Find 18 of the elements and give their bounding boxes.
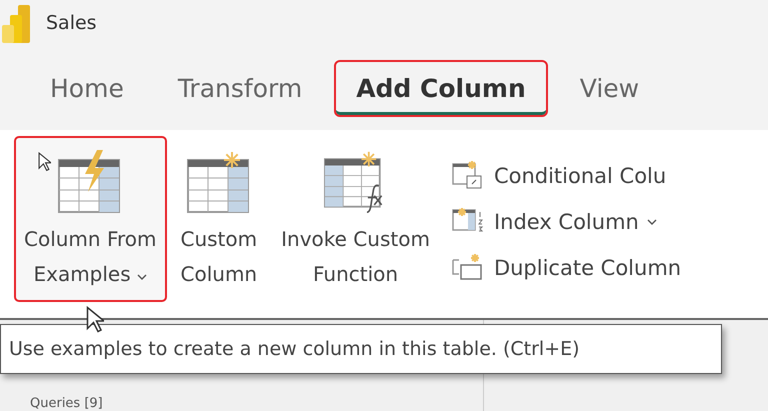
ribbon-tab[interactable]: Home <box>28 60 146 116</box>
tooltip-text: Use examples to create a new column in this table. (Ctrl+E) <box>9 338 580 360</box>
chevron-down-icon <box>646 218 657 226</box>
table-sparkle-icon <box>186 150 252 214</box>
ribbon-button[interactable]: Column From Examples <box>14 136 166 302</box>
mouse-pointer-icon <box>38 152 51 172</box>
ribbon-button[interactable]: Conditional Colu <box>452 160 682 192</box>
window-title: Sales <box>46 12 97 34</box>
ribbon-button[interactable]: Duplicate Column <box>452 252 682 284</box>
pane-title: Queries [9] <box>30 396 103 411</box>
ribbon-tab[interactable]: Add Column <box>334 60 548 116</box>
ribbon-tab[interactable]: Transform <box>156 60 324 116</box>
chevron-down-icon <box>137 274 148 281</box>
ribbon-tab[interactable]: View <box>558 60 662 116</box>
ribbon-button[interactable]: Custom Column <box>170 136 268 302</box>
ribbon-button[interactable]: Index Column <box>452 206 682 238</box>
logo-icon <box>2 3 32 43</box>
ribbon-button[interactable]: Invoke Custom Function <box>271 136 440 302</box>
